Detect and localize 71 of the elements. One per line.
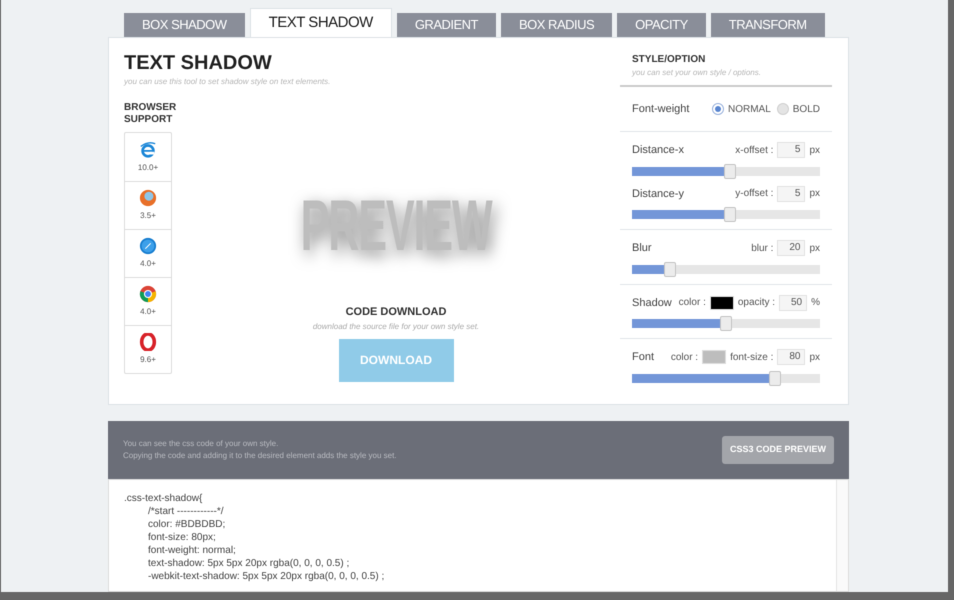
slider-track[interactable] — [632, 319, 820, 328]
code-line: font-weight: normal; — [147, 544, 237, 557]
preview-text: PREVIEW — [300, 186, 492, 266]
tab[interactable]: BOX SHADOW — [124, 13, 245, 37]
browser-version: 3.5+ — [140, 210, 156, 222]
radio-label: BOLD — [792, 102, 820, 116]
code-line: color: #BDBDBD; — [147, 518, 226, 531]
radio-label: NORMAL — [728, 102, 771, 116]
code-note: You can see the css code of your own style. — [123, 438, 280, 450]
chrome-wheel-icon — [139, 285, 157, 303]
unit-label: px — [809, 242, 820, 256]
slider-handle[interactable] — [724, 207, 736, 222]
fox-globe-icon — [139, 189, 157, 207]
tab[interactable]: BOX RADIUS — [500, 13, 612, 37]
unit-label: px — [809, 350, 820, 365]
field-label: blur : — [751, 242, 774, 256]
download-title: CODE DOWNLOAD — [346, 305, 446, 320]
value-field[interactable]: 50 — [779, 294, 808, 311]
compass-icon — [139, 237, 157, 255]
browser-version: 4.0+ — [140, 258, 156, 270]
option-label: Blur — [632, 241, 653, 256]
option-label: Shadow — [632, 296, 673, 310]
option-label: Font-weight — [632, 102, 690, 117]
download-subtitle: download the source file for your own style set. — [312, 320, 480, 332]
code-line: -webkit-text-shadow: 5px 5px 20px rgba(0, 0, 0, 0.5) ; — [147, 570, 386, 583]
unit-label: px — [809, 144, 820, 158]
download-button[interactable]: DOWNLOAD — [338, 338, 454, 382]
browser-version: 9.6+ — [140, 354, 156, 366]
scrollbar[interactable] — [836, 480, 848, 591]
o-ring-icon — [139, 333, 157, 351]
unit-label: px — [809, 187, 820, 202]
value-field[interactable]: 20 — [777, 240, 806, 256]
color-label: color : — [678, 296, 706, 310]
code-note: Copying the code and adding it to the desired element adds the style you set. — [123, 450, 397, 462]
radio-button[interactable] — [776, 103, 789, 115]
tab[interactable]: OPACITY — [617, 13, 706, 37]
color-swatch[interactable] — [710, 296, 734, 310]
slider-handle[interactable] — [768, 370, 781, 386]
field-label: x-offset : — [735, 144, 774, 158]
option-label: Font — [632, 350, 656, 365]
field-label: y-offset : — [735, 187, 774, 202]
code-line: /*start ------------*/ — [147, 505, 225, 518]
tab[interactable]: GRADIENT — [396, 13, 496, 37]
browser-version: 10.0+ — [138, 162, 158, 174]
slider-handle[interactable] — [664, 262, 676, 276]
value-field[interactable]: 5 — [777, 186, 806, 202]
unit-label: % — [811, 296, 820, 310]
e-logo-icon — [139, 140, 157, 158]
options-title: STYLE/OPTION — [632, 53, 706, 67]
slider-track[interactable] — [632, 210, 820, 219]
tab[interactable]: TEXT SHADOW — [250, 8, 392, 37]
color-label: color : — [670, 350, 698, 365]
code-line: font-size: 80px; — [147, 531, 217, 544]
value-field[interactable]: 5 — [777, 142, 806, 158]
field-label: opacity : — [738, 296, 776, 310]
slider-handle[interactable] — [720, 316, 732, 331]
tool-subtitle: you can use this tool to set shadow style on text elements. — [124, 76, 332, 88]
tool-title: TEXT SHADOW — [124, 51, 273, 76]
option-label: Distance-y — [632, 186, 685, 202]
slider-handle[interactable] — [724, 164, 736, 178]
code-preview-button[interactable]: CSS3 CODE PREVIEW — [722, 436, 834, 464]
code-line: .css-text-shadow{ — [124, 492, 204, 505]
code-line: text-shadow: 5px 5px 20px rgba(0, 0, 0, 0.5) ; — [147, 557, 350, 570]
options-subtitle: you can set your own style / options. — [632, 67, 762, 79]
option-label: Distance-x — [632, 143, 685, 158]
radio-button[interactable] — [712, 103, 724, 115]
browser-version: 4.0+ — [140, 306, 156, 318]
tab[interactable]: TRANSFORM — [710, 13, 825, 37]
color-swatch[interactable] — [702, 350, 726, 364]
value-field[interactable]: 80 — [777, 349, 806, 366]
field-label: font-size : — [730, 350, 774, 365]
